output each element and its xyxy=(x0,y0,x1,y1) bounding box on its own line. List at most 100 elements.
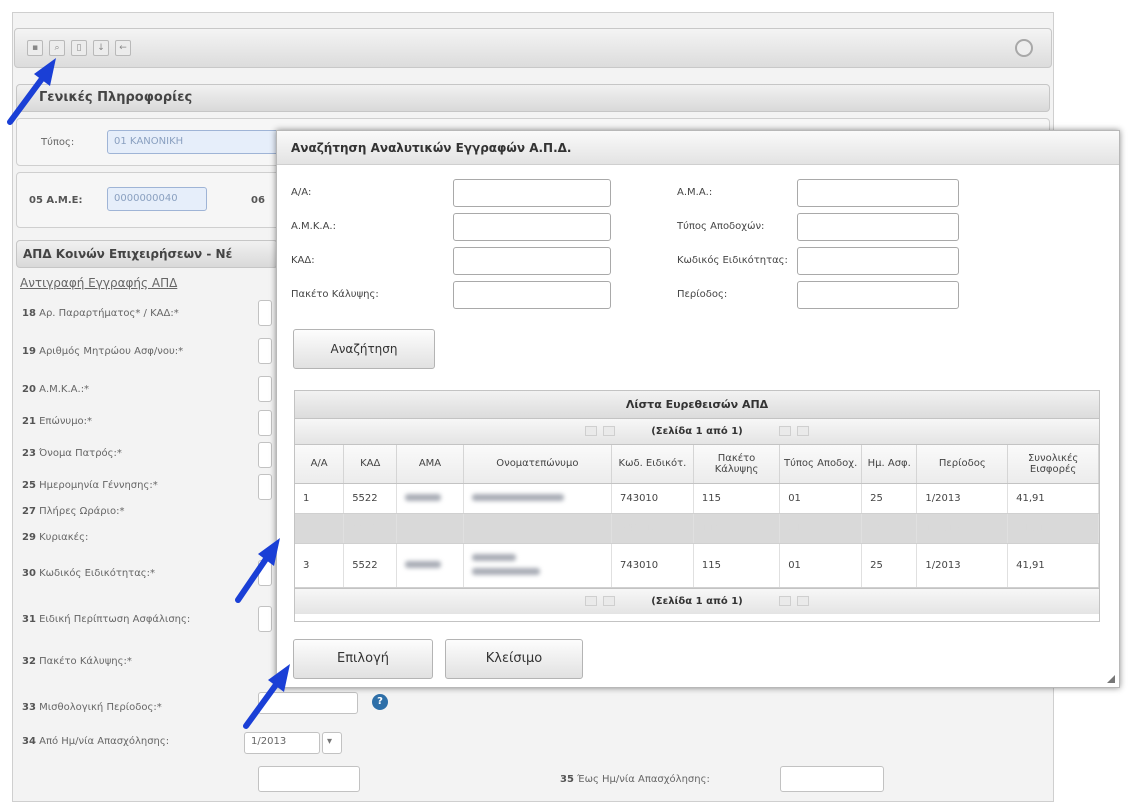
cell-aa: 2 xyxy=(295,513,345,544)
select-button[interactable]: Επιλογή xyxy=(293,639,433,679)
to-date-input[interactable] xyxy=(780,766,884,792)
back-icon[interactable]: ← xyxy=(115,40,131,56)
ame-label: 05 Α.Μ.Ε: xyxy=(29,195,83,206)
field-input[interactable] xyxy=(258,560,272,586)
cell-ama xyxy=(396,543,464,588)
cell-kad: 5522 xyxy=(343,513,398,544)
ame-input[interactable]: 0000000040 xyxy=(107,187,207,211)
earnings-type-label: Τύπος Αποδοχών: xyxy=(677,221,765,232)
table-row[interactable]: 1 5522 743010 115 01 25 1/2013 41,91 xyxy=(295,483,1099,514)
cell-aa: 1 xyxy=(295,483,345,514)
column-header[interactable]: Α/Α xyxy=(295,445,345,484)
period-input[interactable] xyxy=(797,281,959,309)
results-table: Α/Α ΚΑΔ ΑΜΑ Ονοματεπώνυμο Κωδ. Ειδικότ. … xyxy=(295,445,1099,588)
cell-name xyxy=(463,543,612,588)
field-label: 30 Κωδικός Ειδικότητας:* xyxy=(22,568,156,579)
field-35-label: 35 Έως Ημ/νία Απασχόλησης: xyxy=(560,774,710,785)
cell-ama xyxy=(396,483,464,514)
cell-package: 115 xyxy=(693,483,781,514)
specialty-code-input[interactable] xyxy=(797,247,959,275)
cell-earnings-type: 01 xyxy=(779,513,863,544)
last-page-icon[interactable] xyxy=(797,426,810,436)
cell-days: 25 xyxy=(861,543,918,588)
section-apd-title: ΑΠΔ Κοινών Επιχειρήσεων - Νέ xyxy=(23,247,233,261)
field-label: 31 Ειδική Περίπτωση Ασφάλισης: xyxy=(22,614,191,625)
table-header-row: Α/Α ΚΑΔ ΑΜΑ Ονοματεπώνυμο Κωδ. Ειδικότ. … xyxy=(295,445,1099,484)
export-icon[interactable]: ↓ xyxy=(93,40,109,56)
field-input[interactable] xyxy=(258,300,272,326)
package-search-input[interactable] xyxy=(453,281,611,309)
ama-input[interactable] xyxy=(797,179,959,207)
grid-caption: Λίστα Ευρεθεισών ΑΠΔ xyxy=(295,391,1099,419)
column-header[interactable]: Τύπος Αποδοχ. xyxy=(779,445,863,484)
cell-period: 1/2013 xyxy=(916,513,1009,544)
column-header[interactable]: Ημ. Ασφ. xyxy=(861,445,918,484)
first-page-icon[interactable] xyxy=(584,595,597,606)
gear-icon[interactable] xyxy=(1015,39,1033,57)
aa-label: Α/Α: xyxy=(291,187,312,198)
kad-input[interactable] xyxy=(453,247,611,275)
save-icon[interactable]: ▪ xyxy=(27,40,43,56)
prev-page-icon[interactable] xyxy=(602,595,615,606)
column-header[interactable]: Πακέτο Κάλυψης xyxy=(693,445,781,484)
field-label: 34 Από Ημ/νία Απασχόλησης: xyxy=(22,736,170,747)
column-header[interactable]: ΑΜΑ xyxy=(396,445,464,484)
cell-contributions: 41,91 xyxy=(1007,483,1099,514)
type-input[interactable]: 01 ΚΑΝΟΝΙΚΗ xyxy=(107,130,287,154)
cell-aa: 3 xyxy=(295,543,345,588)
field-label: 25 Ημερομηνία Γέννησης:* xyxy=(22,480,158,491)
cell-package: 115 xyxy=(693,513,781,544)
cell-period: 1/2013 xyxy=(916,483,1009,514)
field-label: 23 Όνομα Πατρός:* xyxy=(22,448,122,459)
resize-handle[interactable] xyxy=(1107,675,1115,683)
ama-label: Α.Μ.Α.: xyxy=(677,187,713,198)
period-select[interactable]: 1/2013 xyxy=(244,732,320,754)
section-apd-header: ΑΠΔ Κοινών Επιχειρήσεων - Νέ xyxy=(16,240,278,268)
field-label: 32 Πακέτο Κάλυψης:* xyxy=(22,656,132,667)
field-input[interactable] xyxy=(258,606,272,632)
field-input[interactable] xyxy=(258,442,272,468)
cell-earnings-type: 01 xyxy=(779,543,863,588)
package-input[interactable] xyxy=(258,692,358,714)
column-header[interactable]: Συνολικές Εισφορές xyxy=(1007,445,1099,484)
document-icon[interactable]: ▯ xyxy=(71,40,87,56)
from-date-input[interactable] xyxy=(258,766,360,792)
last-page-icon[interactable] xyxy=(797,595,810,606)
cell-days: 25 xyxy=(861,483,918,514)
amka-input[interactable] xyxy=(453,213,611,241)
field-label: 21 Επώνυμο:* xyxy=(22,416,93,427)
field-input[interactable] xyxy=(258,474,272,500)
search-button[interactable]: Αναζήτηση xyxy=(293,329,435,369)
column-header[interactable]: Περίοδος xyxy=(916,445,1009,484)
search-icon[interactable]: ⌕ xyxy=(49,40,65,56)
first-page-icon[interactable] xyxy=(584,426,597,436)
copy-record-link[interactable]: Αντιγραφή Εγγραφής ΑΠΔ xyxy=(20,276,177,290)
column-header[interactable]: Κωδ. Ειδικότ. xyxy=(611,445,694,484)
chevron-down-icon[interactable]: ▾ xyxy=(322,732,342,754)
period-label: Περίοδος: xyxy=(677,289,728,300)
cell-days: 25 xyxy=(861,513,918,544)
results-grid: Λίστα Ευρεθεισών ΑΠΔ (Σελίδα 1 από 1) Α/… xyxy=(294,390,1100,622)
cell-specialty: 743010 xyxy=(611,543,694,588)
cell-earnings-type: 01 xyxy=(779,483,863,514)
column-header[interactable]: Ονοματεπώνυμο xyxy=(463,445,612,484)
type-label: Τύπος: xyxy=(41,137,75,148)
column-header[interactable]: ΚΑΔ xyxy=(343,445,398,484)
field-input[interactable] xyxy=(258,410,272,436)
next-page-icon[interactable] xyxy=(779,426,792,436)
field-label: 19 Αριθμός Μητρώου Ασφ/νου:* xyxy=(22,346,184,357)
help-icon[interactable]: ? xyxy=(372,694,388,710)
prev-page-icon[interactable] xyxy=(602,426,615,436)
table-row[interactable]: 3 5522 743010 115 01 25 1/2013 41,91 xyxy=(295,543,1099,588)
field-input[interactable] xyxy=(258,376,272,402)
field-input[interactable] xyxy=(258,338,272,364)
cell-package: 115 xyxy=(693,543,781,588)
package-label: Πακέτο Κάλυψης: xyxy=(291,289,379,300)
aa-input[interactable] xyxy=(453,179,611,207)
table-row-selected[interactable]: 2 5522 743010 115 01 25 1/2013 41,91 xyxy=(295,513,1099,544)
kad-label: ΚΑΔ: xyxy=(291,255,315,266)
close-button[interactable]: Κλείσιμο xyxy=(445,639,583,679)
earnings-type-input[interactable] xyxy=(797,213,959,241)
next-page-icon[interactable] xyxy=(779,595,792,606)
pager-bottom: (Σελίδα 1 από 1) xyxy=(295,587,1099,614)
